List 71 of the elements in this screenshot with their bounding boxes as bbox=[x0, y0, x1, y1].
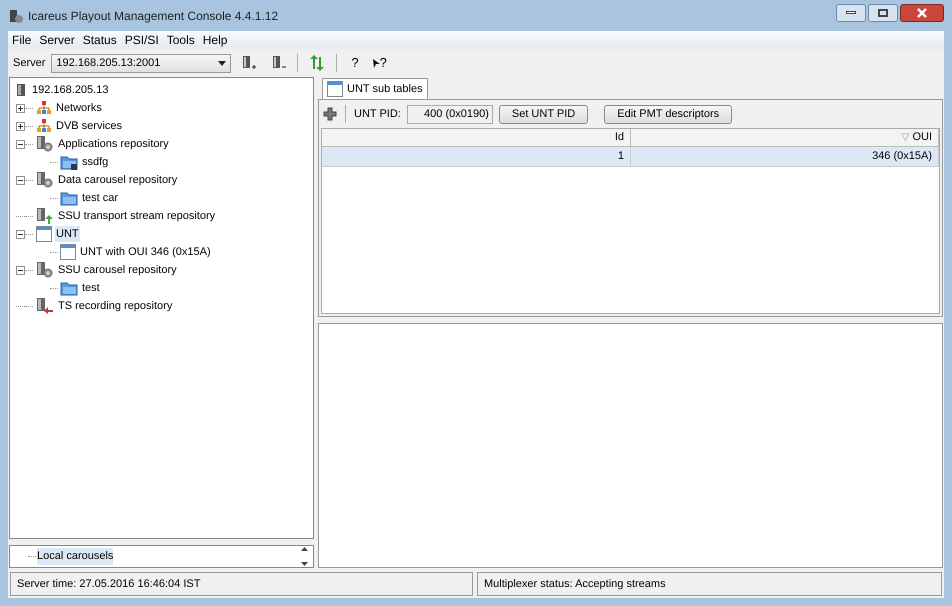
folder-icon bbox=[60, 154, 78, 170]
collapse-toggle[interactable] bbox=[16, 176, 25, 184]
window-icon bbox=[36, 226, 52, 242]
tree-item[interactable]: UNT bbox=[55, 226, 80, 242]
server-dropdown[interactable]: 192.168.205.13:2001 bbox=[51, 54, 232, 72]
network-icon bbox=[36, 101, 52, 115]
tree-item[interactable]: ssdfg bbox=[81, 154, 110, 170]
pointer-icon bbox=[372, 58, 380, 68]
tree-item[interactable]: test car bbox=[81, 190, 120, 206]
table-cell: 346 (0x15A) bbox=[631, 147, 939, 166]
server-gear-icon bbox=[36, 262, 54, 278]
menu-item[interactable]: File bbox=[12, 31, 32, 49]
menu-item[interactable]: Server bbox=[39, 31, 75, 49]
remove-server-icon[interactable] bbox=[271, 55, 288, 71]
collapse-toggle[interactable] bbox=[16, 266, 25, 274]
status-field: Server time: 27.05.2016 16:46:04 IST bbox=[10, 572, 473, 596]
tab[interactable]: UNT sub tables bbox=[322, 78, 428, 99]
table-cell: 1 bbox=[322, 147, 631, 166]
tree-item[interactable]: SSU transport stream repository bbox=[57, 208, 216, 224]
close-button[interactable] bbox=[900, 4, 944, 22]
app-icon bbox=[8, 8, 24, 24]
window-icon bbox=[327, 81, 343, 97]
menu-item[interactable]: PSI/SI bbox=[124, 31, 159, 49]
server-gear-icon bbox=[36, 172, 54, 188]
add-server-icon[interactable] bbox=[241, 55, 258, 71]
server-icon bbox=[16, 83, 28, 97]
table-row[interactable]: 1 346 (0x15A) bbox=[322, 147, 939, 167]
status-field: Multiplexer status: Accepting streams bbox=[477, 572, 942, 596]
add-icon[interactable] bbox=[323, 107, 337, 121]
maximize-button[interactable] bbox=[868, 4, 898, 22]
refresh-icon[interactable] bbox=[308, 55, 326, 71]
tree-item[interactable]: Data carousel repository bbox=[57, 172, 178, 188]
tree-item[interactable]: 192.168.205.13 bbox=[31, 82, 110, 98]
expand-toggle[interactable] bbox=[16, 104, 25, 112]
column-header[interactable]: Id bbox=[322, 129, 631, 146]
minimize-button[interactable] bbox=[836, 4, 866, 22]
window-icon bbox=[60, 244, 76, 260]
menu-item[interactable]: Tools bbox=[166, 31, 195, 49]
help-button[interactable]: ? bbox=[347, 53, 363, 73]
folder-icon bbox=[60, 280, 78, 296]
close-icon bbox=[916, 8, 928, 18]
collapse-toggle[interactable] bbox=[16, 230, 25, 238]
tree-item[interactable]: Networks bbox=[55, 100, 103, 116]
scroll-down-icon[interactable] bbox=[300, 562, 308, 566]
window-title: Icareus Playout Management Console 4.4.1.12 bbox=[28, 8, 278, 24]
collapse-toggle[interactable] bbox=[16, 140, 25, 148]
expand-toggle[interactable] bbox=[16, 122, 25, 130]
list-item[interactable]: Local carousels bbox=[37, 548, 114, 565]
tree-item[interactable]: SSU carousel repository bbox=[57, 262, 178, 278]
pid-label: UNT PID: bbox=[354, 106, 401, 122]
tree-item[interactable]: Applications repository bbox=[57, 136, 170, 152]
column-header[interactable]: ▽ OUI bbox=[631, 129, 939, 146]
tree-item[interactable]: test bbox=[81, 280, 101, 296]
edit-descriptors-button[interactable]: Edit PMT descriptors bbox=[604, 104, 732, 124]
sort-indicator: ▽ bbox=[901, 131, 910, 145]
tree-item[interactable]: UNT with OUI 346 (0x15A) bbox=[79, 244, 212, 260]
scroll-up-icon[interactable] bbox=[300, 547, 308, 551]
set-pid-button[interactable]: Set UNT PID bbox=[498, 104, 588, 124]
server-arrow-icon bbox=[36, 208, 54, 224]
server-arrow-icon bbox=[36, 298, 54, 314]
folder-icon bbox=[60, 190, 78, 206]
network-icon bbox=[36, 119, 52, 133]
context-help-button[interactable]: ? bbox=[368, 53, 391, 73]
menu-item[interactable]: Help bbox=[202, 31, 228, 49]
tree-item[interactable]: DVB services bbox=[55, 118, 124, 134]
dropdown-arrow-icon bbox=[218, 60, 226, 66]
server-label: Server bbox=[13, 56, 46, 71]
server-gear-icon bbox=[36, 136, 54, 152]
tree-item[interactable]: TS recording repository bbox=[57, 298, 174, 314]
menu-item[interactable]: Status bbox=[82, 31, 117, 49]
pid-field[interactable]: 400 (0x0190) bbox=[406, 104, 493, 124]
